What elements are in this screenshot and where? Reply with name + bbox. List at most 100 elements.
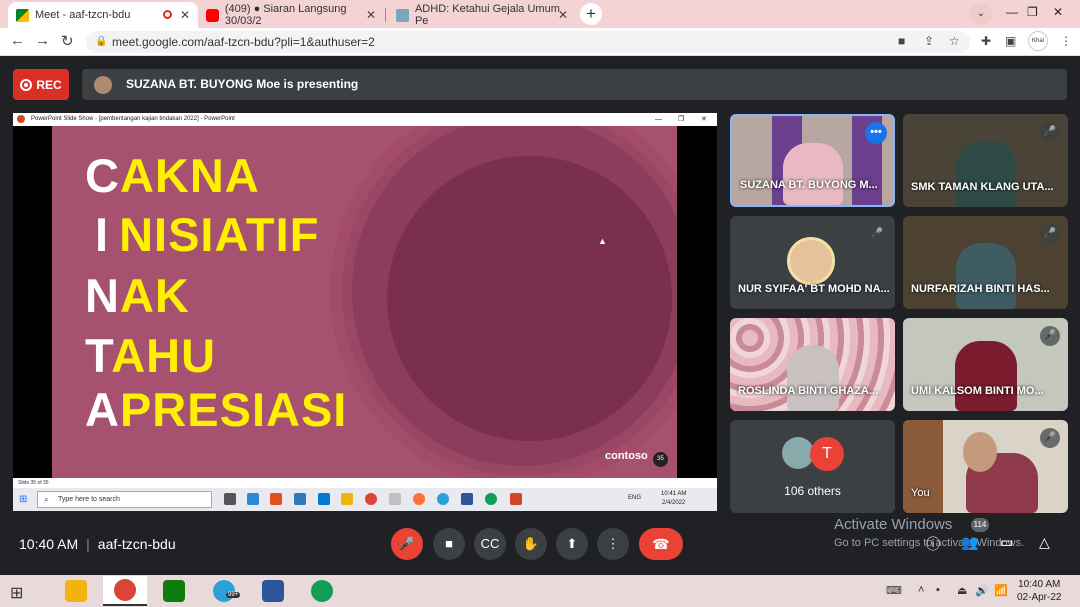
captions-button[interactable]: CC: [474, 528, 506, 560]
self-tile[interactable]: 🎤 You: [903, 420, 1068, 513]
browser-tab-strip: Meet - aaf-tzcn-bdu ✕ (409) ● Siaran Lan…: [0, 0, 1080, 28]
participant-name: SUZANA BT. BUYONG M...: [740, 179, 878, 191]
end-call-button[interactable]: ☎: [639, 528, 683, 560]
slide-circle-graphic: [387, 156, 672, 441]
recording-indicator-icon: [163, 10, 172, 19]
participant-tile[interactable]: 🎤 SMK TAMAN KLANG UTA...: [903, 114, 1068, 207]
youtube-favicon-icon: [206, 8, 219, 22]
forward-icon[interactable]: →: [35, 32, 50, 49]
edge-alt-icon: [318, 493, 330, 505]
present-button[interactable]: ⬆: [556, 528, 588, 560]
tray-chevron-icon[interactable]: ˄: [918, 584, 924, 596]
rec-label: REC: [36, 77, 62, 92]
bookmark-star-icon[interactable]: ☆: [949, 34, 960, 48]
recording-badge[interactable]: REC: [13, 69, 69, 100]
participant-video: [782, 143, 843, 205]
powerpoint-icon: [17, 115, 25, 123]
meet-window: REC SUZANA BT. BUYONG Moe is presenting …: [0, 56, 1080, 575]
tab-youtube[interactable]: (409) ● Siaran Langsung 30/03/2 ✕: [198, 2, 384, 28]
menu-kebab-icon[interactable]: ⋮: [1060, 34, 1072, 48]
participant-tile[interactable]: 🎤 NUR SYIFAA' BT MOHD NA...: [730, 216, 895, 309]
more-options-button[interactable]: ⋮: [597, 528, 629, 560]
participant-video: [954, 341, 1017, 411]
participant-tile[interactable]: ROSLINDA BINTI GHAZA...: [730, 318, 895, 411]
meeting-time: 10:40 AM: [19, 536, 79, 552]
tray-app-icon[interactable]: ▪: [936, 584, 940, 596]
presenting-banner: SUZANA BT. BUYONG Moe is presenting: [82, 69, 1067, 100]
telegram-icon: [213, 580, 235, 602]
url-text: meet.google.com/aaf-tzcn-bdu?pli=1&authu…: [112, 35, 375, 49]
slide: CAKNA I NISIATIF NAK TAHU APRESIASI conto…: [52, 126, 677, 478]
close-tab-icon[interactable]: ✕: [558, 8, 568, 22]
ppt-minimize-icon: —: [655, 116, 662, 123]
new-tab-button[interactable]: +: [580, 3, 602, 25]
store-icon: [163, 580, 185, 602]
side-panel-icon[interactable]: ▣: [1005, 34, 1016, 48]
shared-clock: 10:41 AM 2/4/2022: [661, 490, 686, 508]
keyboard-icon[interactable]: ⌨: [886, 584, 902, 597]
taskbar-store[interactable]: [152, 576, 196, 606]
tab-meet[interactable]: Meet - aaf-tzcn-bdu ✕: [8, 2, 198, 28]
taskbar-chrome[interactable]: [103, 576, 147, 606]
mic-toggle-button[interactable]: 🎤: [391, 528, 423, 560]
close-tab-icon[interactable]: ✕: [366, 8, 376, 22]
slide-status-bar: Slide 35 of 35: [13, 478, 717, 488]
ppt-close-icon: ✕: [701, 116, 707, 123]
address-bar[interactable]: 🔒 meet.google.com/aaf-tzcn-bdu?pli=1&aut…: [86, 31, 970, 53]
chrome-profile-icon: [485, 493, 497, 505]
record-icon: [20, 78, 33, 91]
camera-toggle-button[interactable]: ■: [433, 528, 465, 560]
tab-search-button[interactable]: ⌄: [970, 3, 992, 25]
inner-lang: ENG: [628, 495, 642, 501]
self-face: [963, 432, 997, 472]
taskbar-telegram[interactable]: 99+: [202, 576, 246, 606]
chat-icon[interactable]: ▭: [1000, 534, 1013, 551]
system-clock[interactable]: 10:40 AM 02-Apr-22: [1017, 578, 1061, 604]
close-tab-icon[interactable]: ✕: [180, 8, 190, 22]
volume-icon[interactable]: 🔊: [975, 584, 989, 597]
meeting-details-icon[interactable]: ⓘ: [926, 534, 940, 554]
windows-start-button[interactable]: ⊞: [10, 583, 23, 603]
meeting-code: aaf-tzcn-bdu: [97, 536, 176, 552]
tab-adhd[interactable]: ADHD: Ketahui Gejala Umum Pe ✕: [388, 2, 576, 28]
participant-tile[interactable]: 🎤 UMI KALSOM BINTI MO...: [903, 318, 1068, 411]
usb-icon[interactable]: ⏏: [957, 584, 967, 597]
shared-screen-taskbar: ⊞ ⌕ Type here to search ENG 10:41 AM 2/4…: [13, 488, 717, 511]
people-icon[interactable]: 👥: [961, 534, 978, 551]
extensions-icon[interactable]: ✚: [981, 34, 991, 48]
meeting-info: 10:40 AM | aaf-tzcn-bdu: [19, 536, 176, 552]
powerpoint-task-icon: [510, 493, 522, 505]
tab-label: (409) ● Siaran Langsung 30/03/2: [224, 3, 347, 27]
shared-date: 2/4/2022: [662, 500, 686, 506]
taskbar-word[interactable]: [251, 576, 295, 606]
telegram-icon: [437, 493, 449, 505]
tab-label: ADHD: Ketahui Gejala Umum Pe: [414, 3, 560, 27]
word-icon: [461, 493, 473, 505]
windows-taskbar: ⊞ 99+ ⌨ ˄ ▪ ⏏ 🔊 📶 10:40 AM 02-Apr-22: [0, 575, 1080, 607]
raise-hand-button[interactable]: ✋: [515, 528, 547, 560]
camera-permission-icon[interactable]: ■: [898, 34, 905, 48]
restore-icon[interactable]: ❐: [1027, 5, 1038, 19]
share-icon[interactable]: ⇪: [924, 34, 934, 48]
word-icon: [262, 580, 284, 602]
activities-icon[interactable]: △: [1039, 534, 1050, 551]
others-tile[interactable]: T 106 others: [730, 420, 895, 513]
reload-icon[interactable]: ↻: [61, 32, 74, 50]
participant-name: UMI KALSOM BINTI MO...: [911, 385, 1044, 397]
participant-tile[interactable]: ••• SUZANA BT. BUYONG M...: [730, 114, 895, 207]
taskbar-chrome-2[interactable]: [300, 576, 344, 606]
profile-avatar[interactable]: Khai: [1028, 31, 1048, 51]
taskbar-file-explorer[interactable]: [54, 576, 98, 606]
close-window-icon[interactable]: ✕: [1053, 5, 1063, 19]
slide-line-tahu: TAHU: [85, 329, 217, 382]
tab-label: Meet - aaf-tzcn-bdu: [35, 9, 131, 21]
participant-tile[interactable]: 🎤 NURFARIZAH BINTI HAS...: [903, 216, 1068, 309]
slide-line-nak: NAK: [85, 269, 190, 322]
participant-avatar-letter: T: [810, 437, 844, 471]
minimize-icon[interactable]: —: [1006, 5, 1018, 19]
more-options-icon[interactable]: •••: [865, 122, 887, 144]
back-icon[interactable]: ←: [10, 32, 25, 49]
participant-name: NUR SYIFAA' BT MOHD NA...: [738, 283, 890, 295]
network-icon[interactable]: 📶: [994, 584, 1008, 597]
file-explorer-icon: [341, 493, 353, 505]
